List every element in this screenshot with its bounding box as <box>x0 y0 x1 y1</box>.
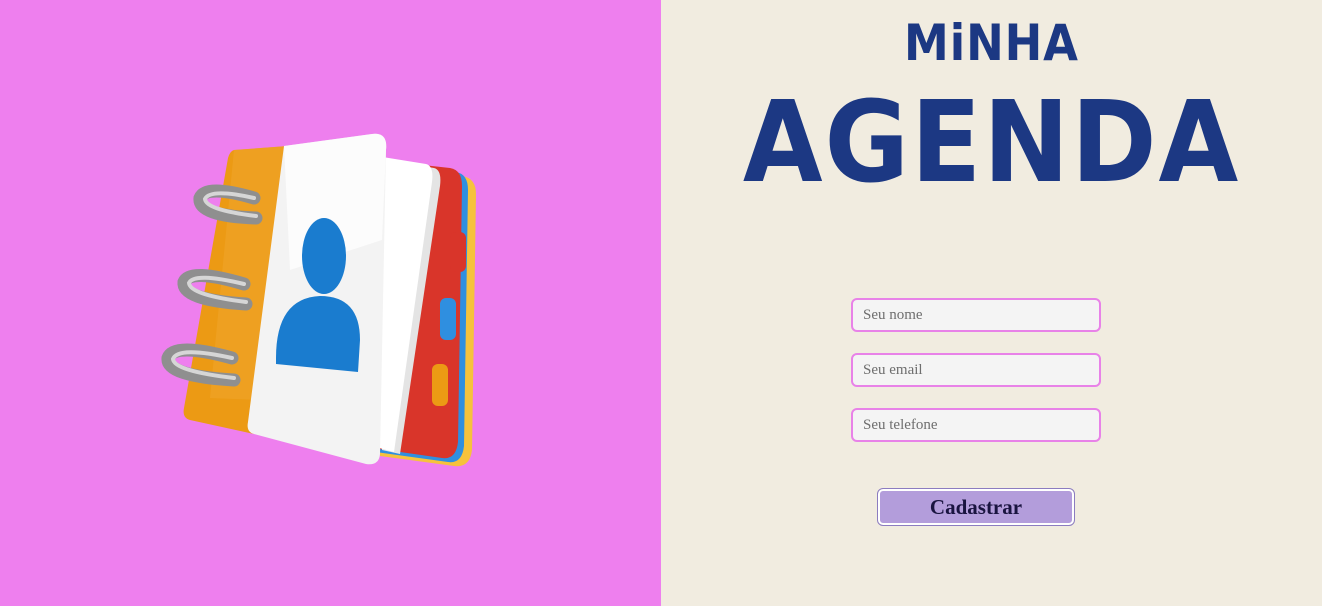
register-button[interactable]: Cadastrar <box>877 488 1075 526</box>
title-agenda: AGENDA <box>742 78 1241 208</box>
title-minha: MiNHA <box>904 14 1079 72</box>
phone-input[interactable] <box>851 408 1101 442</box>
illustration-panel <box>0 0 661 606</box>
name-input[interactable] <box>851 298 1101 332</box>
form-panel: MiNHA AGENDA Cadastrar <box>661 0 1322 606</box>
email-input[interactable] <box>851 353 1101 387</box>
contact-form <box>851 298 1101 463</box>
contact-book-icon <box>161 133 476 467</box>
